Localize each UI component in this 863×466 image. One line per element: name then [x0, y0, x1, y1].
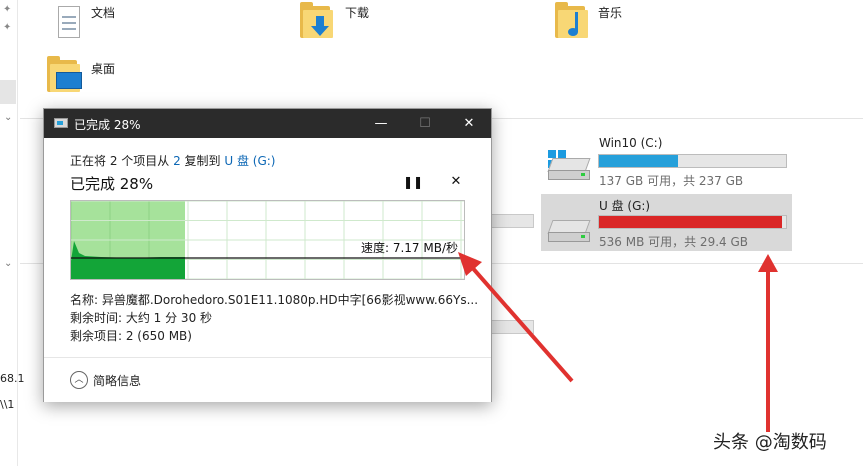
arrow-to-speed	[458, 252, 574, 383]
annotation-arrows	[458, 252, 778, 432]
arrow-to-drive	[758, 254, 778, 432]
watermark-text: 头条 @淘数码	[713, 432, 827, 453]
